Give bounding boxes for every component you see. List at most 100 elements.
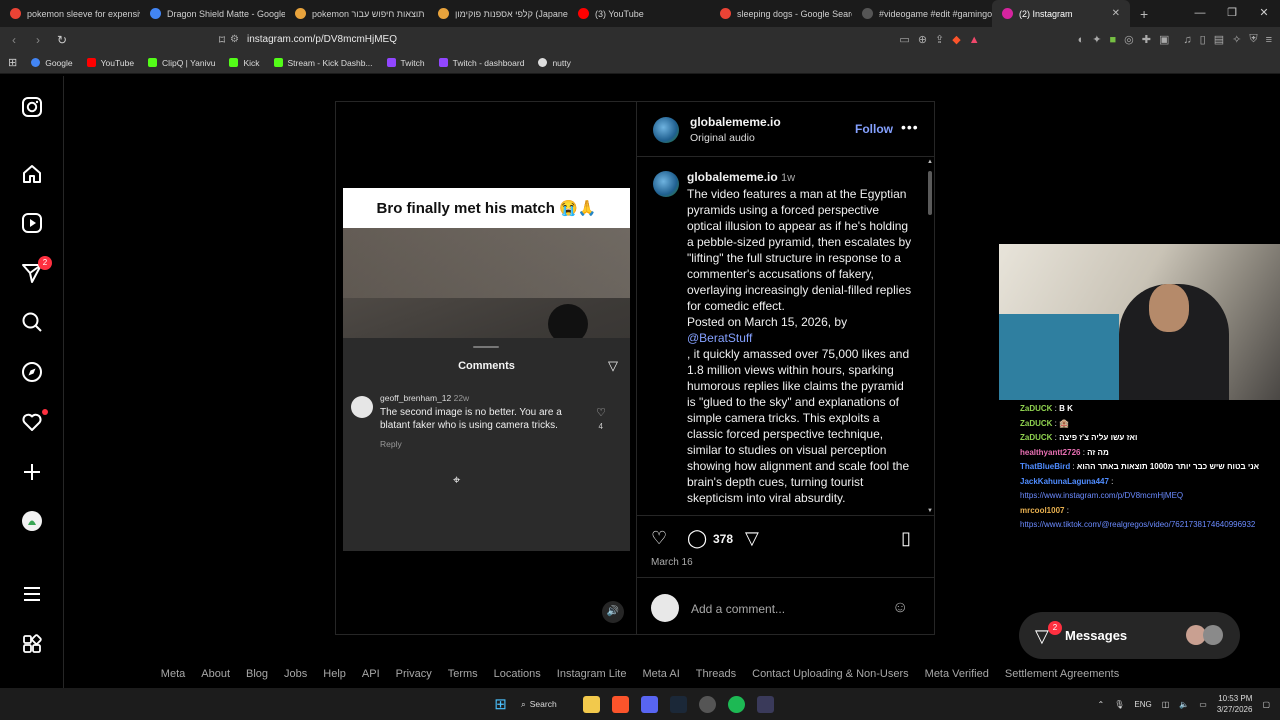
- follow-button[interactable]: Follow: [855, 122, 893, 136]
- bookmark-youtube[interactable]: YouTube: [86, 58, 134, 68]
- new-tab-button[interactable]: +: [1130, 6, 1158, 22]
- bookmark-kick-dashboard[interactable]: Stream - Kick Dashb...: [273, 58, 373, 68]
- extensions-puzzle-icon[interactable]: ✚: [1142, 33, 1151, 46]
- share-icon[interactable]: ▽: [745, 528, 759, 549]
- discord-icon[interactable]: [641, 695, 658, 713]
- sheet-handle[interactable]: [473, 346, 499, 348]
- share-icon[interactable]: ⇪: [935, 33, 944, 46]
- bookmark-nutty[interactable]: nutty: [538, 58, 571, 68]
- zoom-icon[interactable]: ⊕: [918, 33, 927, 46]
- tab-pokemon-search[interactable]: pokemon תוצאות חיפוש עבור: [285, 0, 428, 27]
- bookmark-page-icon[interactable]: ⌑: [212, 33, 232, 47]
- footer-link-meta-verified[interactable]: Meta Verified: [925, 668, 989, 686]
- footer-link-instagram-lite[interactable]: Instagram Lite: [557, 668, 627, 686]
- forward-icon[interactable]: ›: [28, 33, 48, 47]
- tab-sleeping-dogs[interactable]: sleeping dogs - Google Search: [710, 0, 852, 27]
- file-explorer-icon[interactable]: [583, 695, 600, 713]
- bookmark-google[interactable]: Google: [31, 58, 73, 68]
- brave-shield-icon[interactable]: ◆: [952, 33, 960, 46]
- notifications-heart-icon[interactable]: [20, 409, 48, 435]
- footer-link-meta-ai[interactable]: Meta AI: [642, 668, 679, 686]
- footer-link-api[interactable]: API: [362, 668, 380, 686]
- vpn-icon[interactable]: ⛨: [1249, 33, 1257, 46]
- language-indicator[interactable]: ENG: [1134, 700, 1151, 709]
- reel-video[interactable]: Bro finally met his match 😭🙏 Comments ▽ …: [336, 102, 636, 634]
- wallet-icon[interactable]: ▤: [1214, 33, 1224, 46]
- tab-pokemon-cards[interactable]: קלפי אספנות פוקימון (Japanese): [428, 0, 568, 27]
- emoji-icon[interactable]: ☺: [892, 599, 908, 617]
- apps-grid-icon[interactable]: ⊞: [8, 56, 17, 69]
- footer-link-meta[interactable]: Meta: [161, 668, 185, 686]
- bookmark-kick[interactable]: Kick: [229, 58, 260, 68]
- create-icon[interactable]: [20, 461, 44, 485]
- tab-instagram[interactable]: (2) Instagram ✕: [992, 0, 1130, 27]
- steam-icon[interactable]: [670, 695, 687, 713]
- profile-avatar-icon[interactable]: [20, 510, 44, 534]
- original-audio-link[interactable]: Original audio: [690, 132, 755, 144]
- leo-icon[interactable]: ✧: [1232, 33, 1241, 46]
- also-from-meta-icon[interactable]: [20, 633, 44, 657]
- minimize-icon[interactable]: —: [1184, 0, 1216, 27]
- instagram-logo-icon[interactable]: [20, 96, 44, 120]
- maximize-icon[interactable]: ❐: [1216, 0, 1248, 27]
- footer-link-about[interactable]: About: [201, 668, 230, 686]
- footer-link-threads[interactable]: Threads: [696, 668, 736, 686]
- address-bar[interactable]: ⚙ instagram.com/p/DV8mcmHjMEQ: [230, 29, 950, 50]
- reload-icon[interactable]: ↻: [52, 33, 72, 47]
- footer-link-locations[interactable]: Locations: [494, 668, 541, 686]
- footer-link-blog[interactable]: Blog: [246, 668, 268, 686]
- extension-icon[interactable]: ✦: [1092, 33, 1101, 46]
- footer-link-contact-uploading[interactable]: Contact Uploading & Non-Users: [752, 668, 909, 686]
- app-icon[interactable]: [757, 695, 774, 713]
- footer-link-help[interactable]: Help: [323, 668, 346, 686]
- more-options-icon[interactable]: •••: [901, 119, 919, 135]
- close-window-icon[interactable]: ✕: [1248, 0, 1280, 27]
- spotify-icon[interactable]: [728, 695, 745, 713]
- caption-username[interactable]: globalememe.io: [687, 170, 778, 184]
- more-menu-icon[interactable]: [20, 583, 44, 607]
- extension-icon[interactable]: ◎: [1124, 33, 1134, 46]
- media-icon[interactable]: ♫: [1183, 34, 1191, 46]
- caption-mention-link[interactable]: @BeratStuff: [687, 330, 913, 346]
- scrollbar-thumb[interactable]: [928, 171, 932, 215]
- explore-icon[interactable]: [20, 361, 44, 385]
- microphone-icon[interactable]: 🎙: [1114, 700, 1124, 709]
- save-bookmark-icon[interactable]: ▯: [901, 528, 911, 549]
- tab-tiktok[interactable]: #videogame #edit #gamingon: [852, 0, 992, 27]
- tray-overflow-icon[interactable]: ⌃: [1098, 700, 1105, 709]
- author-username[interactable]: globalememe.io: [690, 115, 781, 129]
- add-comment-input[interactable]: Add a comment...: [691, 602, 785, 616]
- tab-youtube[interactable]: (3) YouTube: [568, 0, 710, 27]
- speaker-icon[interactable]: 🔈: [1179, 700, 1189, 709]
- obs-icon[interactable]: [699, 695, 716, 713]
- extension-icon[interactable]: ▣: [1159, 33, 1169, 46]
- footer-link-privacy[interactable]: Privacy: [396, 668, 432, 686]
- windows-start-icon[interactable]: ⊞: [492, 696, 509, 713]
- scroll-down-icon[interactable]: ▼: [926, 508, 934, 514]
- bookmark-twitch[interactable]: Twitch: [386, 58, 425, 68]
- comment-icon[interactable]: ◯: [687, 528, 707, 549]
- battery-icon[interactable]: ▭: [1199, 700, 1207, 709]
- tab-dragon-shield[interactable]: Dragon Shield Matte - Google: [140, 0, 285, 27]
- author-avatar[interactable]: [653, 117, 679, 143]
- back-icon[interactable]: ‹: [4, 33, 24, 47]
- search-icon[interactable]: [20, 311, 44, 335]
- messages-icon[interactable]: 2: [20, 256, 52, 286]
- close-tab-icon[interactable]: ✕: [1112, 8, 1120, 19]
- caption-scrollbar[interactable]: ▲ ▼: [926, 159, 934, 514]
- footer-link-jobs[interactable]: Jobs: [284, 668, 307, 686]
- bookmark-twitch-dashboard[interactable]: Twitch - dashboard: [438, 58, 524, 68]
- taskbar-search[interactable]: ⌕ Search: [521, 699, 571, 710]
- like-icon[interactable]: ♡: [651, 528, 667, 549]
- volume-icon[interactable]: 🔊: [602, 601, 624, 623]
- caption-author-avatar[interactable]: [653, 171, 679, 197]
- menu-icon[interactable]: ≡: [1266, 34, 1272, 46]
- site-info-icon[interactable]: ⚙: [230, 34, 239, 45]
- brave-browser-icon[interactable]: [612, 695, 629, 713]
- notifications-icon[interactable]: ▢: [1262, 700, 1270, 709]
- clock[interactable]: 10:53 PM 3/27/2026: [1217, 693, 1253, 715]
- install-app-icon[interactable]: ▭: [899, 33, 909, 46]
- scroll-up-icon[interactable]: ▲: [926, 159, 934, 165]
- sidebar-toggle-icon[interactable]: ▯: [1200, 33, 1206, 46]
- bookmark-clipq[interactable]: ClipQ | Yanivu: [148, 58, 215, 68]
